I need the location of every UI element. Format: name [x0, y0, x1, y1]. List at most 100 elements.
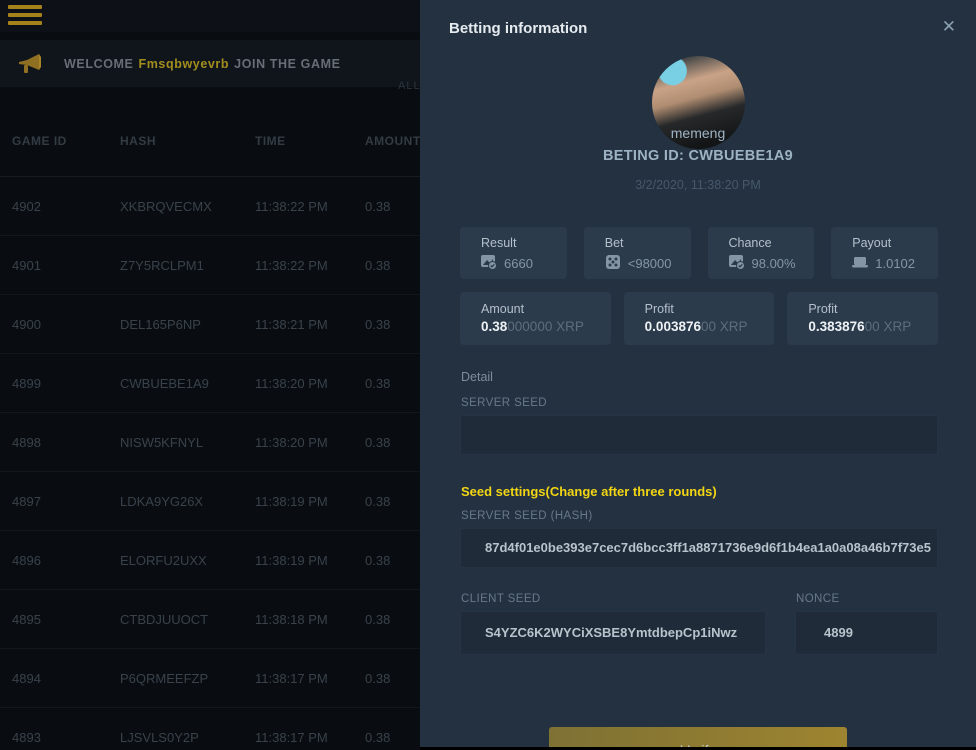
- stat-label: Result: [481, 236, 567, 250]
- stat-value: 6660: [504, 256, 533, 271]
- hamburger-menu-icon[interactable]: [8, 5, 42, 27]
- amount-cell: 0.38: [365, 612, 424, 627]
- server-seed-label: SERVER SEED: [461, 397, 547, 409]
- hash-cell: LJSVLS0Y2P: [120, 730, 255, 745]
- megaphone-icon: [18, 53, 42, 75]
- amount-cell: 0.38: [365, 494, 424, 509]
- client-seed-label: CLIENT SEED: [461, 593, 541, 605]
- hash-cell: P6QRMEEFZP: [120, 671, 255, 686]
- client-seed-field[interactable]: S4YZC6K2WYCiXSBE8YmtdbepCp1iNwz: [460, 611, 766, 655]
- time-cell: 11:38:18 PM: [255, 612, 365, 627]
- hash-cell: Z7Y5RCLPM1: [120, 258, 255, 273]
- payout-icon: [852, 254, 868, 273]
- table-row[interactable]: 4899CWBUEBE1A911:38:20 PM0.38: [0, 354, 424, 413]
- game-id-cell: 4893: [12, 730, 120, 745]
- table-row[interactable]: 4897LDKA9YG26X11:38:19 PM0.38: [0, 472, 424, 531]
- hash-cell: DEL165P6NP: [120, 317, 255, 332]
- server-seed-hash-field[interactable]: 87d4f01e0be393e7cec7d6bcc3ff1a8871736e9d…: [460, 528, 938, 568]
- amount-label: Amount: [481, 302, 611, 316]
- hash-cell: CTBDJUUOCT: [120, 612, 255, 627]
- stat-value: 1.0102: [875, 256, 915, 271]
- time-cell: 11:38:19 PM: [255, 553, 365, 568]
- table-body: 4902XKBRQVECMX11:38:22 PM0.384901Z7Y5RCL…: [0, 177, 424, 750]
- time-cell: 11:38:19 PM: [255, 494, 365, 509]
- stat-label: Chance: [729, 236, 815, 250]
- stat-card-chance: Chance 98.00%: [708, 227, 815, 279]
- nonce-field[interactable]: 4899: [795, 611, 938, 655]
- modal-title: Betting information: [449, 20, 587, 37]
- game-id-cell: 4897: [12, 494, 120, 509]
- hash-cell: LDKA9YG26X: [120, 494, 255, 509]
- betting-id: BETING ID: CWBUEBE1A9: [420, 148, 976, 164]
- amount-value: 0.00387600 XRP: [645, 319, 775, 334]
- game-id-cell: 4896: [12, 553, 120, 568]
- table-row[interactable]: 4893LJSVLS0Y2P11:38:17 PM0.38: [0, 708, 424, 750]
- game-id-cell: 4898: [12, 435, 120, 450]
- betting-information-modal: Betting information ✕ memeng BETING ID: …: [420, 0, 976, 750]
- table-row[interactable]: 4894P6QRMEEFZP11:38:17 PM0.38: [0, 649, 424, 708]
- amount-cell: 0.38: [365, 199, 424, 214]
- amount-card-amount: Amount 0.38000000 XRP: [460, 292, 611, 345]
- server-seed-hash-label: SERVER SEED (HASH): [461, 510, 593, 522]
- amount-card-profit: Profit 0.00387600 XRP: [624, 292, 775, 345]
- stat-card-bet: Bet <98000: [584, 227, 691, 279]
- bet-timestamp: 3/2/2020, 11:38:20 PM: [420, 178, 976, 192]
- game-history-table: GAME IDHASHTIMEAMOUNT 4902XKBRQVECMX11:3…: [0, 105, 424, 750]
- game-id-cell: 4894: [12, 671, 120, 686]
- stat-value: <98000: [628, 256, 672, 271]
- table-row[interactable]: 4900DEL165P6NP11:38:21 PM0.38: [0, 295, 424, 354]
- amount-cell: 0.38: [365, 553, 424, 568]
- amount-card-profit: Profit 0.38387600 XRP: [787, 292, 938, 345]
- amount-cell: 0.38: [365, 376, 424, 391]
- amount-cell: 0.38: [365, 317, 424, 332]
- time-cell: 11:38:20 PM: [255, 435, 365, 450]
- username: memeng: [420, 125, 976, 141]
- amount-cell: 0.38: [365, 730, 424, 745]
- column-header-amount: AMOUNT: [365, 134, 424, 148]
- time-cell: 11:38:20 PM: [255, 376, 365, 391]
- table-row[interactable]: 4896ELORFU2UXX11:38:19 PM0.38: [0, 531, 424, 590]
- chance-icon: [729, 254, 745, 273]
- time-cell: 11:38:21 PM: [255, 317, 365, 332]
- bet-stats-row: Result 6660 Bet <98000 Chance 98.00% Payout 1.0…: [460, 227, 938, 279]
- hash-cell: ELORFU2UXX: [120, 553, 255, 568]
- stat-label: Bet: [605, 236, 691, 250]
- column-header-time: TIME: [255, 134, 365, 148]
- game-id-cell: 4895: [12, 612, 120, 627]
- game-id-cell: 4899: [12, 376, 120, 391]
- time-cell: 11:38:17 PM: [255, 671, 365, 686]
- amount-cell: 0.38: [365, 671, 424, 686]
- stat-label: Payout: [852, 236, 938, 250]
- amount-cell: 0.38: [365, 435, 424, 450]
- welcome-username: Fmsqbwyevrb: [138, 57, 229, 71]
- hash-cell: NISW5KFNYL: [120, 435, 255, 450]
- stat-card-result: Result 6660: [460, 227, 567, 279]
- table-row[interactable]: 4901Z7Y5RCLPM111:38:22 PM0.38: [0, 236, 424, 295]
- table-row[interactable]: 4902XKBRQVECMX11:38:22 PM0.38: [0, 177, 424, 236]
- stat-value: 98.00%: [752, 256, 796, 271]
- nonce-label: NONCE: [796, 593, 840, 605]
- amount-value: 0.38387600 XRP: [808, 319, 938, 334]
- clipped-tab-label: ALL: [398, 80, 421, 92]
- table-row[interactable]: 4898NISW5KFNYL11:38:20 PM0.38: [0, 413, 424, 472]
- seed-settings-heading: Seed settings(Change after three rounds): [461, 484, 717, 499]
- amount-value: 0.38000000 XRP: [481, 319, 611, 334]
- table-header-row: GAME IDHASHTIMEAMOUNT: [0, 105, 424, 177]
- bet-amounts-row: Amount 0.38000000 XRP Profit 0.00387600 XRP…: [460, 292, 938, 345]
- time-cell: 11:38:17 PM: [255, 730, 365, 745]
- result-icon: [481, 254, 497, 273]
- amount-label: Profit: [645, 302, 775, 316]
- amount-cell: 0.38: [365, 258, 424, 273]
- game-id-cell: 4901: [12, 258, 120, 273]
- hash-cell: XKBRQVECMX: [120, 199, 255, 214]
- time-cell: 11:38:22 PM: [255, 199, 365, 214]
- welcome-message: WELCOMEFmsqbwyevrbJOIN THE GAME: [64, 57, 341, 71]
- column-header-hash: HASH: [120, 134, 255, 148]
- dice-icon: [605, 254, 621, 273]
- close-icon[interactable]: ✕: [942, 18, 956, 35]
- server-seed-field[interactable]: [460, 415, 938, 455]
- hash-cell: CWBUEBE1A9: [120, 376, 255, 391]
- stat-card-payout: Payout 1.0102: [831, 227, 938, 279]
- table-row[interactable]: 4895CTBDJUUOCT11:38:18 PM0.38: [0, 590, 424, 649]
- amount-label: Profit: [808, 302, 938, 316]
